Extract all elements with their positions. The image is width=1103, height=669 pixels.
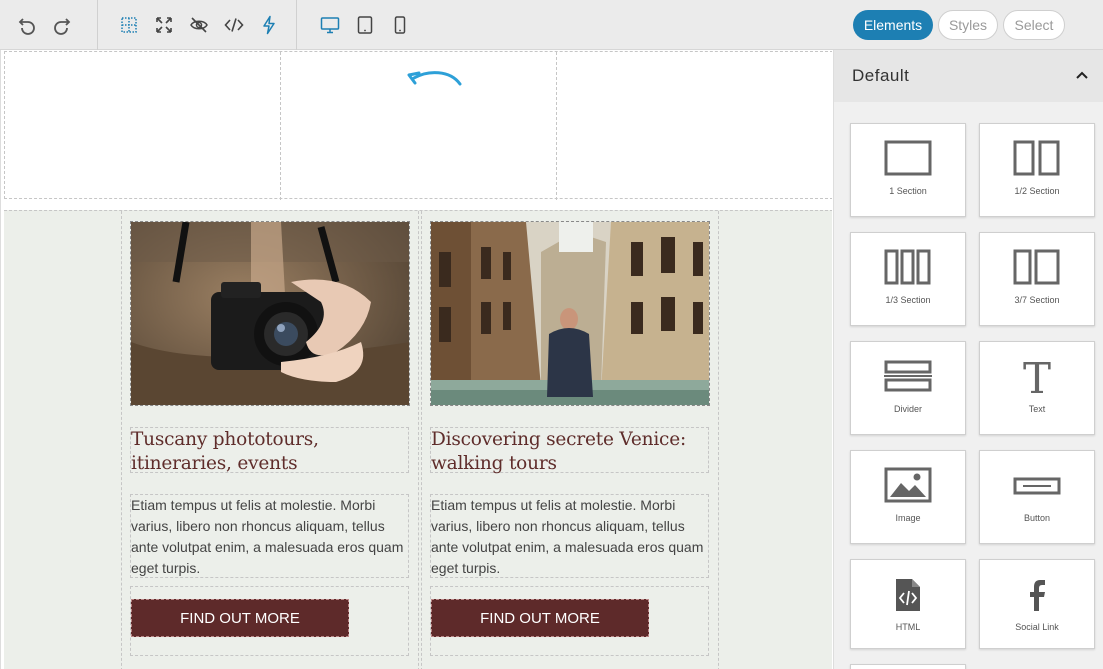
social-link-icon: [1030, 580, 1045, 611]
undo-button[interactable]: [14, 12, 40, 38]
block-label: Divider: [893, 404, 922, 414]
block-button[interactable]: Button: [979, 450, 1095, 544]
svg-text:T: T: [1023, 357, 1051, 397]
mobile-icon: [394, 16, 406, 34]
card-body-text[interactable]: Etiam tempus ut felis at molestie. Morbi…: [130, 494, 409, 578]
block-label: Text: [1028, 404, 1046, 414]
block-half-section[interactable]: 1/2 Section: [979, 123, 1095, 217]
history-group: [14, 0, 84, 50]
device-group: [317, 0, 422, 50]
block-label: 3/7 Section: [1014, 295, 1060, 305]
drop-arrow-icon: [407, 71, 462, 86]
expand-arrows-icon: [156, 17, 172, 33]
block-3-7-section[interactable]: 3/7 Section: [979, 232, 1095, 326]
code-icon: [224, 18, 244, 32]
html-icon: [896, 579, 920, 611]
block-image[interactable]: Image: [850, 450, 966, 544]
fullscreen-button[interactable]: [151, 12, 177, 38]
redo-button[interactable]: [49, 12, 75, 38]
redo-icon: [54, 18, 71, 35]
half-section-icon: [1013, 140, 1060, 176]
camera-photo-image: [131, 222, 409, 405]
text-icon: T: [1023, 357, 1051, 397]
tab-elements[interactable]: Elements: [853, 10, 933, 40]
tab-select[interactable]: Select: [1003, 10, 1065, 40]
button-icon: [1013, 477, 1061, 495]
chevron-up-icon: [1076, 71, 1088, 79]
button-container[interactable]: FIND OUT MORE: [130, 586, 409, 656]
card-title[interactable]: Tuscany phototours, itineraries, events: [130, 427, 409, 474]
undo-icon: [18, 18, 35, 35]
show-borders-button[interactable]: [116, 12, 142, 38]
lightning-icon: [263, 15, 275, 35]
tablet-view-button[interactable]: [352, 12, 378, 38]
toolbar-divider: [296, 0, 297, 50]
tab-styles[interactable]: Styles: [938, 10, 998, 40]
button-container[interactable]: FIND OUT MORE: [430, 586, 709, 656]
divider-icon: [884, 360, 932, 392]
third-section-icon: [884, 249, 931, 285]
block-label: 1/2 Section: [1014, 186, 1060, 196]
one-section-icon: [884, 140, 932, 176]
quick-actions-button[interactable]: [256, 12, 282, 38]
card-column[interactable]: Tuscany phototours, itineraries, events …: [121, 211, 419, 669]
dotted-grid-icon: [121, 17, 137, 33]
row-cell[interactable]: [5, 52, 281, 200]
default-section-header[interactable]: Default: [834, 50, 1103, 102]
section-title: Default: [852, 66, 910, 85]
block-label: Image: [895, 513, 921, 523]
three-seven-section-icon: [1013, 249, 1060, 285]
find-out-more-button[interactable]: FIND OUT MORE: [131, 599, 349, 637]
venice-photo-image: [431, 222, 709, 405]
editor-app: Elements Styles Select Tuscany phototour…: [0, 0, 1103, 669]
content-row[interactable]: Tuscany phototours, itineraries, events …: [4, 210, 832, 669]
block-text[interactable]: T Text: [979, 341, 1095, 435]
code-view-button[interactable]: [221, 12, 247, 38]
three-column-row[interactable]: [4, 51, 832, 200]
block-label: Button: [1023, 513, 1051, 523]
block-1-section[interactable]: 1 Section: [850, 123, 966, 217]
block-social-link[interactable]: Social Link: [979, 559, 1095, 649]
venice-photo[interactable]: [430, 221, 710, 406]
top-toolbar: Elements Styles Select: [0, 0, 1103, 50]
card-body-text[interactable]: Etiam tempus ut felis at molestie. Morbi…: [430, 494, 709, 578]
elements-panel: Default 1 Section 1/2 Section 1/3 Sectio…: [833, 50, 1103, 669]
image-icon: [884, 467, 932, 503]
block-label: Social Link: [1015, 622, 1059, 632]
editor-canvas[interactable]: Tuscany phototours, itineraries, events …: [0, 50, 832, 669]
card-title[interactable]: Discovering secrete Venice: walking tour…: [430, 427, 709, 474]
block-label: 1/3 Section: [885, 295, 931, 305]
desktop-view-button[interactable]: [317, 12, 343, 38]
card-column[interactable]: Discovering secrete Venice: walking tour…: [421, 211, 719, 669]
mobile-view-button[interactable]: [387, 12, 413, 38]
block-html[interactable]: HTML: [850, 559, 966, 649]
row-cell[interactable]: [557, 52, 832, 200]
view-tools-group: [116, 0, 291, 50]
toolbar-divider: [97, 0, 98, 50]
block-label: 1 Section: [889, 186, 927, 196]
block-third-section[interactable]: 1/3 Section: [850, 232, 966, 326]
tablet-icon: [357, 16, 373, 34]
camera-photo[interactable]: [130, 221, 410, 406]
block-label: HTML: [895, 622, 921, 632]
block-divider[interactable]: Divider: [850, 341, 966, 435]
desktop-icon: [320, 17, 340, 34]
block-next[interactable]: [850, 664, 966, 669]
find-out-more-button[interactable]: FIND OUT MORE: [431, 599, 649, 637]
preview-button[interactable]: [186, 12, 212, 38]
eye-slash-icon: [190, 17, 208, 33]
